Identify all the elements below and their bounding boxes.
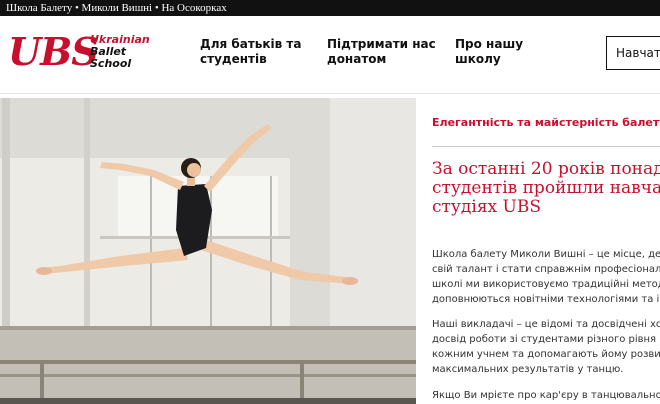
site-header: UBS Ukrainian Ballet School Для батьків … (0, 16, 660, 94)
paragraph-line: досвід роботи зі студентами різного рівн… (432, 334, 660, 345)
logo-wordmark: Ukrainian Ballet School (90, 34, 170, 70)
paragraph-line: доповнюються новітніми технологіями та і… (432, 294, 660, 305)
intro-paragraph-2: Наші викладачі – це відомі та досвідчені… (432, 317, 660, 377)
paragraph-line: максимальних результатів у танцю. (432, 364, 624, 375)
intro-paragraph-3: Якщо Ви мрієте про кар'єру в танцювально… (432, 388, 660, 403)
section-headline: За останні 20 років понад студентів прой… (432, 160, 660, 217)
paragraph-line: Наші викладачі – це відомі та досвідчені… (432, 319, 660, 330)
paragraph-line: кожним учнем та допомагають йому розвива (432, 349, 660, 360)
nav-label-line: школу (455, 52, 501, 66)
headline-line: студіях UBS (432, 197, 542, 217)
paragraph-line: Якщо Ви мрієте про кар'єру в танцювально… (432, 390, 660, 401)
nav-parents-students[interactable]: Для батьків та студентів (200, 37, 301, 67)
top-info-text: Школа Балету • Миколи Вишні • На Осокорк… (6, 2, 227, 14)
paragraph-line: Школа балету Миколи Вишні – це місце, де… (432, 249, 660, 260)
nav-label-line: Про нашу (455, 37, 524, 51)
nav-donate[interactable]: Підтримати нас донатом (327, 37, 436, 67)
nav-about-school[interactable]: Про нашу школу (455, 37, 523, 67)
school-logo[interactable]: UBS Ukrainian Ballet School (8, 29, 170, 76)
nav-label-line: Для батьків та (200, 37, 302, 51)
top-info-bar: Школа Балету • Миколи Вишні • На Осокорк… (0, 0, 660, 16)
enroll-button[interactable]: Навчатися (606, 36, 660, 70)
paragraph-line: школі ми використовуємо традиційні метод… (432, 279, 660, 290)
nav-label-line: Підтримати нас (327, 37, 436, 51)
logo-mark: UBS (8, 29, 99, 74)
hero-photo (0, 98, 416, 404)
intro-paragraph-1: Школа балету Миколи Вишні – це місце, де… (432, 247, 660, 307)
section-tagline: Елегантність та майстерність балету у (432, 116, 660, 129)
nav-label-line: донатом (327, 52, 387, 66)
nav-label-line: студентів (200, 52, 267, 66)
headline-line: студентів пройшли навчання (432, 178, 660, 198)
paragraph-line: свій талант і стати справжнім професіона… (432, 264, 660, 275)
headline-line: За останні 20 років понад (432, 159, 660, 179)
logo-line-3: School (90, 57, 132, 70)
intro-section: Елегантність та майстерність балету у За… (432, 98, 660, 404)
section-divider (432, 146, 660, 147)
dancer-illustration (0, 98, 416, 404)
